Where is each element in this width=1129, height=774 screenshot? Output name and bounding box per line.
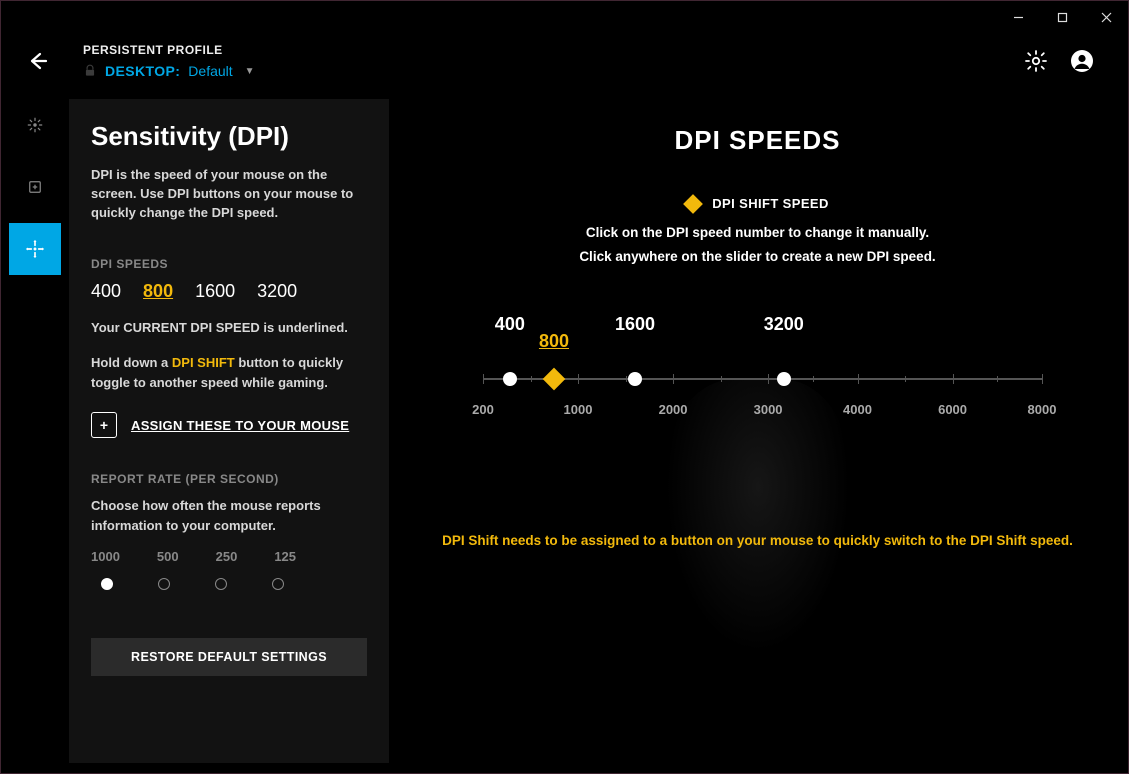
report-rate-label: 500: [157, 549, 179, 564]
persistent-profile-label: PERSISTENT PROFILE: [83, 43, 255, 57]
slider-tick: [953, 374, 954, 384]
panel-title: Sensitivity (DPI): [91, 121, 367, 152]
minimize-button[interactable]: [996, 1, 1040, 33]
lock-icon: [83, 64, 97, 78]
maximize-button[interactable]: [1040, 1, 1084, 33]
slider-tick: [858, 374, 859, 384]
report-rate-radio[interactable]: [215, 578, 227, 590]
plus-box-icon: +: [91, 412, 117, 438]
slider-tick-label: 1000: [564, 402, 593, 417]
slider-tick-label: 6000: [938, 402, 967, 417]
dpi-speeds-label: DPI SPEEDS: [91, 257, 367, 271]
report-rate-label: 250: [216, 549, 238, 564]
close-button[interactable]: [1084, 1, 1128, 33]
slider-minor-tick: [626, 376, 627, 382]
profile-name: Default: [188, 63, 232, 79]
dpi-speed-option[interactable]: 400: [91, 281, 121, 302]
panel-description: DPI is the speed of your mouse on the sc…: [91, 166, 367, 223]
assign-to-mouse-button[interactable]: + ASSIGN THESE TO YOUR MOUSE: [91, 412, 367, 438]
back-button[interactable]: [23, 46, 53, 76]
report-rate-radio[interactable]: [101, 578, 113, 590]
dpi-shift-marker[interactable]: [543, 368, 566, 391]
profile-selector[interactable]: DESKTOP: Default ▼: [83, 63, 255, 79]
tab-lighting[interactable]: [9, 99, 61, 151]
dpi-shift-info: Hold down a DPI SHIFT button to quickly …: [91, 353, 367, 392]
slider-tick-label: 200: [472, 402, 494, 417]
restore-defaults-button[interactable]: RESTORE DEFAULT SETTINGS: [91, 638, 367, 676]
dpi-marker[interactable]: [777, 372, 791, 386]
tab-sensitivity[interactable]: [9, 223, 61, 275]
tab-assignments[interactable]: [9, 161, 61, 213]
dpi-marker-label[interactable]: 800: [539, 331, 569, 352]
settings-button[interactable]: [1024, 49, 1048, 73]
main-title: DPI SPEEDS: [427, 125, 1088, 156]
dpi-speed-option[interactable]: 3200: [257, 281, 297, 302]
slider-tick-label: 4000: [843, 402, 872, 417]
dpi-marker-label[interactable]: 1600: [615, 314, 655, 335]
report-rate-label: REPORT RATE (PER SECOND): [91, 472, 367, 486]
slider-minor-tick: [721, 376, 722, 382]
slider-tick-label: 8000: [1028, 402, 1057, 417]
slider-minor-tick: [997, 376, 998, 382]
slider-tick: [1042, 374, 1043, 384]
slider-tick-label: 3000: [754, 402, 783, 417]
chevron-down-icon: ▼: [245, 66, 255, 77]
slider-minor-tick: [813, 376, 814, 382]
slider-minor-tick: [905, 376, 906, 382]
slider-tick: [673, 374, 674, 384]
assign-label: ASSIGN THESE TO YOUR MOUSE: [131, 418, 349, 433]
hint-click-number: Click on the DPI speed number to change …: [427, 225, 1088, 240]
dpi-shift-speed-legend: DPI SHIFT SPEED: [427, 196, 1088, 211]
dpi-marker[interactable]: [628, 372, 642, 386]
report-rate-description: Choose how often the mouse reports infor…: [91, 496, 367, 535]
report-rate-radio[interactable]: [272, 578, 284, 590]
dpi-shift-warning: DPI Shift needs to be assigned to a butt…: [397, 533, 1118, 548]
slider-tick: [483, 374, 484, 384]
dpi-slider[interactable]: 2001000200030004000600080004008001600320…: [483, 334, 1042, 434]
dpi-marker[interactable]: [503, 372, 517, 386]
report-rate-radio[interactable]: [158, 578, 170, 590]
report-rate-label: 125: [274, 549, 296, 564]
slider-tick-label: 2000: [659, 402, 688, 417]
slider-tick: [768, 374, 769, 384]
account-button[interactable]: [1070, 49, 1094, 73]
current-dpi-info: Your CURRENT DPI SPEED is underlined.: [91, 318, 367, 338]
dpi-speed-option[interactable]: 800: [143, 281, 173, 302]
report-rate-label: 1000: [91, 549, 120, 564]
slider-track: [483, 378, 1042, 380]
dpi-marker-label[interactable]: 400: [495, 314, 525, 335]
dpi-marker-label[interactable]: 3200: [764, 314, 804, 335]
desktop-label: DESKTOP:: [105, 63, 180, 79]
hint-click-slider: Click anywhere on the slider to create a…: [427, 249, 1088, 264]
diamond-icon: [683, 194, 703, 214]
slider-tick: [578, 374, 579, 384]
dpi-speed-option[interactable]: 1600: [195, 281, 235, 302]
slider-minor-tick: [531, 376, 532, 382]
